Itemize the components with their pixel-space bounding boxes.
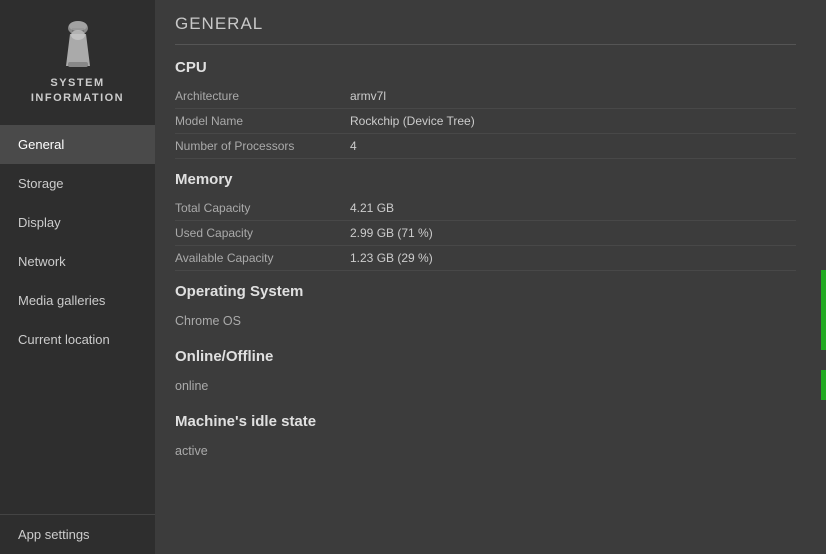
sidebar-item-storage[interactable]: Storage (0, 164, 155, 203)
app-logo: SYSTEMINFORMATION (0, 0, 155, 121)
idle-state-section-title: Machine's idle state (175, 413, 796, 430)
idle-state-value: active (175, 438, 796, 466)
online-offline-section-title: Online/Offline (175, 348, 796, 365)
architecture-label: Architecture (175, 89, 350, 103)
sidebar-item-display[interactable]: Display (0, 203, 155, 242)
os-section-title: Operating System (175, 283, 796, 300)
table-row: Available Capacity 1.23 GB (29 %) (175, 246, 796, 271)
main-content: GENERAL CPU Architecture armv7l Model Na… (155, 0, 826, 554)
flashlight-icon (52, 18, 104, 70)
cpu-section-title: CPU (175, 59, 796, 76)
total-capacity-value: 4.21 GB (350, 201, 394, 215)
os-value: Chrome OS (175, 308, 796, 336)
app-title: SYSTEMINFORMATION (31, 76, 124, 107)
num-processors-value: 4 (350, 139, 357, 153)
sidebar-item-network[interactable]: Network (0, 242, 155, 281)
sidebar-navigation: General Storage Display Network Media ga… (0, 121, 155, 514)
table-row: Total Capacity 4.21 GB (175, 196, 796, 221)
sidebar-item-general[interactable]: General (0, 125, 155, 164)
model-name-label: Model Name (175, 114, 350, 128)
architecture-value: armv7l (350, 89, 386, 103)
sidebar: SYSTEMINFORMATION General Storage Displa… (0, 0, 155, 554)
scroll-accent-bar (821, 270, 826, 350)
page-title: GENERAL (175, 0, 796, 45)
num-processors-label: Number of Processors (175, 139, 350, 153)
total-capacity-label: Total Capacity (175, 201, 350, 215)
table-row: Used Capacity 2.99 GB (71 %) (175, 221, 796, 246)
scroll-accent-bar-2 (821, 370, 826, 400)
sidebar-item-media-galleries[interactable]: Media galleries (0, 281, 155, 320)
available-capacity-value: 1.23 GB (29 %) (350, 251, 433, 265)
memory-section-title: Memory (175, 171, 796, 188)
model-name-value: Rockchip (Device Tree) (350, 114, 475, 128)
table-row: Architecture armv7l (175, 84, 796, 109)
sidebar-item-app-settings[interactable]: App settings (0, 514, 155, 554)
available-capacity-label: Available Capacity (175, 251, 350, 265)
used-capacity-value: 2.99 GB (71 %) (350, 226, 433, 240)
online-offline-value: online (175, 373, 796, 401)
sidebar-item-current-location[interactable]: Current location (0, 320, 155, 359)
table-row: Number of Processors 4 (175, 134, 796, 159)
table-row: Model Name Rockchip (Device Tree) (175, 109, 796, 134)
used-capacity-label: Used Capacity (175, 226, 350, 240)
